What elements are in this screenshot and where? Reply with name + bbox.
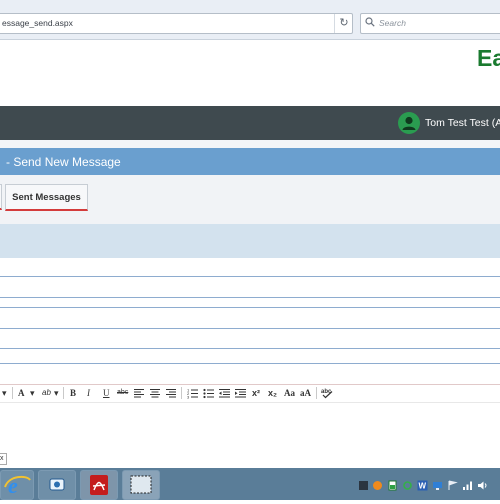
font-color-dropdown-arrow[interactable]: ▾: [30, 386, 35, 400]
taskbar-camera-app[interactable]: [38, 470, 76, 500]
subscript-button[interactable]: x₂: [268, 386, 277, 400]
cc-field[interactable]: [0, 297, 500, 298]
orange-status-icon[interactable]: [372, 480, 383, 491]
snipping-tool-icon: [130, 475, 152, 494]
wifi-icon[interactable]: [462, 480, 473, 491]
toolbar-divider: [12, 387, 13, 399]
bcc-field[interactable]: [0, 307, 500, 308]
font-size-dropdown-arrow[interactable]: ▾: [2, 386, 7, 400]
sync-icon[interactable]: [402, 480, 413, 491]
taskbar-snipping-tool[interactable]: [122, 470, 160, 500]
svg-text:3: 3: [187, 395, 190, 400]
camera-icon: [49, 478, 65, 491]
svg-text:W: W: [419, 482, 427, 491]
toolbar-divider: [63, 387, 64, 399]
title-case-button[interactable]: Aa: [284, 386, 295, 400]
align-center-icon[interactable]: [150, 388, 160, 402]
subject-field[interactable]: [0, 328, 500, 329]
battery-icon[interactable]: [387, 480, 398, 491]
tab-sent-messages[interactable]: Sent Messages: [5, 184, 88, 211]
highlight-button[interactable]: ab: [42, 386, 51, 400]
puzzle-icon[interactable]: [358, 480, 369, 491]
brand-logo[interactable]: Ea: [477, 45, 500, 72]
taskbar-acrobat[interactable]: [80, 470, 118, 500]
svg-text:abc: abc: [321, 389, 332, 395]
tab-compose[interactable]: [0, 184, 2, 210]
volume-icon[interactable]: [477, 480, 488, 491]
indent-icon[interactable]: [235, 388, 246, 402]
highlight-dropdown-arrow[interactable]: ▾: [54, 386, 59, 400]
align-right-icon[interactable]: [166, 388, 176, 402]
avatar[interactable]: [398, 112, 420, 134]
bold-button[interactable]: B: [70, 386, 76, 400]
upper-case-button[interactable]: aA: [300, 386, 311, 400]
network-icon[interactable]: [432, 480, 443, 491]
form-header-band: [0, 224, 500, 258]
message-body-editor[interactable]: [0, 403, 500, 453]
address-bar[interactable]: essage_send.aspx: [0, 13, 353, 34]
internet-explorer-icon: e: [4, 473, 31, 498]
spellcheck-icon[interactable]: abc: [321, 387, 333, 401]
taskbar-ie[interactable]: e: [0, 470, 34, 500]
font-color-button[interactable]: A: [18, 386, 25, 400]
strikethrough-button[interactable]: abc: [117, 386, 128, 400]
reload-button[interactable]: ↻: [334, 14, 353, 33]
browser-search-input[interactable]: Search: [360, 13, 500, 34]
user-icon: [402, 116, 416, 130]
underline-button[interactable]: U: [103, 386, 110, 400]
flag-icon[interactable]: [447, 480, 458, 491]
close-tab-button[interactable]: x: [0, 453, 7, 465]
outdent-icon[interactable]: [219, 388, 230, 402]
numbered-list-icon[interactable]: 123: [187, 388, 198, 402]
word-icon[interactable]: W: [417, 480, 428, 491]
user-name[interactable]: Tom Test Test (As: [425, 117, 500, 129]
align-left-icon[interactable]: [134, 388, 144, 402]
bullet-list-icon[interactable]: [203, 388, 214, 402]
to-field[interactable]: [0, 276, 500, 277]
options-field[interactable]: [0, 363, 500, 364]
acrobat-icon: [90, 475, 108, 495]
italic-button[interactable]: I: [87, 386, 90, 400]
superscript-button[interactable]: x²: [252, 386, 260, 400]
toolbar-divider: [181, 387, 182, 399]
attachment-field[interactable]: [0, 348, 500, 349]
search-icon: [365, 17, 375, 27]
page-title: - Send New Message: [6, 155, 121, 169]
spacer: [0, 140, 500, 148]
toolbar-divider: [316, 387, 317, 399]
